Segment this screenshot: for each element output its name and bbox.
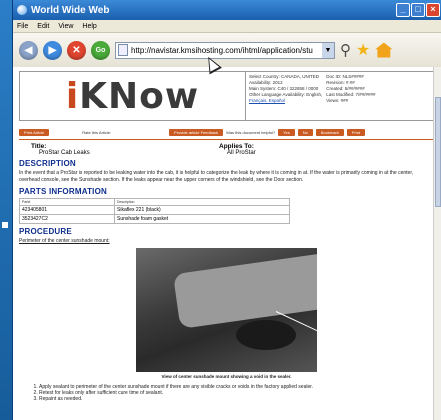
article-header: i KNow Select Country: CANADA, UNITED Ava… [19, 71, 434, 121]
parts-heading: PARTS INFORMATION [19, 187, 107, 196]
meta-line: Views: ### [326, 98, 349, 103]
yes-button[interactable]: Yes [278, 128, 295, 136]
photo-sunshade-rail [172, 252, 317, 329]
menu-edit[interactable]: Edit [37, 23, 49, 30]
part-desc: Sunshade foam gasket [114, 214, 290, 224]
procedure-heading: PROCEDURE [19, 227, 72, 236]
menu-view[interactable]: View [58, 23, 73, 30]
article-actions: Print Article Rate this Article: Provide… [19, 128, 434, 136]
globe-icon [17, 5, 27, 15]
part-desc: Sikaflex 221 (black) [114, 205, 290, 215]
procedure-subheading: Perimeter of the center sunshade mount: [19, 238, 110, 244]
feedback-button[interactable]: Provide article Feedback [169, 128, 224, 136]
table-row: 3523427C2 Sunshade foam gasket [19, 214, 290, 224]
maximize-button[interactable]: □ [411, 3, 425, 17]
article: i KNow Select Country: CANADA, UNITED Ava… [19, 71, 434, 402]
parts-header-desc: Description [114, 198, 290, 206]
print-article-button[interactable]: Print Article [19, 128, 50, 136]
menu-file[interactable]: File [17, 23, 28, 30]
home-icon[interactable] [375, 42, 393, 58]
forward-button[interactable]: ▶ [43, 40, 62, 60]
title-row: Title: ProStar Cab Leaks Applies To: All P… [19, 143, 434, 156]
helpful-question: Was this document helpful? [226, 129, 276, 135]
address-dropdown-icon[interactable]: ▼ [322, 42, 334, 58]
description-heading: DESCRIPTION [19, 159, 76, 168]
description-text: In the event that a ProStar is reported … [19, 170, 414, 183]
procedure-steps: Apply sealant to perimeter of the center… [19, 384, 434, 402]
sunshade-mount-photo [136, 248, 317, 372]
part-number: 3523427C2 [19, 214, 115, 224]
list-item: Repaint as needed. [39, 396, 434, 402]
language-links[interactable]: Français, Español [249, 98, 285, 103]
applies-value: All ProStar [227, 150, 256, 156]
iknow-logo: i KNow [65, 75, 200, 117]
photo-void [236, 320, 296, 350]
stop-button[interactable]: ✕ [67, 40, 86, 60]
bookmark-button[interactable]: Bookmark [315, 128, 344, 136]
search-icon[interactable]: ⚲ [340, 41, 351, 59]
toolbar: ◀ ▶ ✕ Go http://navistar.kmsihosting.com… [13, 33, 441, 68]
title-bar: World Wide Web _ □ × [13, 0, 441, 20]
table-row: 423405801 Sikaflex 221 (black) [19, 205, 290, 215]
window-title: World Wide Web [31, 4, 110, 16]
parts-header-part: Part# [19, 198, 115, 206]
page-icon [118, 44, 128, 56]
vertical-scrollbar[interactable] [433, 67, 441, 420]
article-meta: Select Country: CANADA, UNITED Availabil… [245, 72, 433, 120]
divider [19, 139, 434, 140]
rate-label: Rate this Article: [82, 129, 112, 135]
applies-label: Applies To: [219, 143, 254, 150]
menu-help[interactable]: Help [82, 23, 96, 30]
scrollbar-thumb[interactable] [435, 97, 441, 207]
page-content: i KNow Select Country: CANADA, UNITED Ava… [13, 67, 441, 420]
address-bar[interactable]: http://navistar.kmsihosting.com/ihtml/ap… [115, 41, 335, 59]
back-button[interactable]: ◀ [19, 40, 38, 60]
no-button[interactable]: No [297, 128, 313, 136]
print-button[interactable]: Print [346, 128, 366, 136]
minimize-button[interactable]: _ [396, 3, 410, 17]
title-value: ProStar Cab Leaks [39, 150, 90, 156]
part-number: 423405801 [19, 205, 115, 215]
close-button[interactable]: × [426, 3, 440, 17]
title-label: Title: [31, 143, 47, 150]
parts-table: Part# Description 423405801 Sikaflex 221… [19, 198, 290, 224]
favorites-star-icon[interactable]: ★ [356, 40, 370, 60]
browser-window: World Wide Web _ □ × File Edit View Help… [12, 0, 441, 420]
photo-caption: View of center sunshade mount showing a … [161, 374, 292, 379]
address-url: http://navistar.kmsihosting.com/ihtml/ap… [131, 45, 313, 55]
desktop-marker [2, 222, 8, 228]
menu-bar: File Edit View Help [13, 20, 441, 33]
desktop-edge [0, 0, 12, 420]
go-button[interactable]: Go [91, 40, 110, 60]
